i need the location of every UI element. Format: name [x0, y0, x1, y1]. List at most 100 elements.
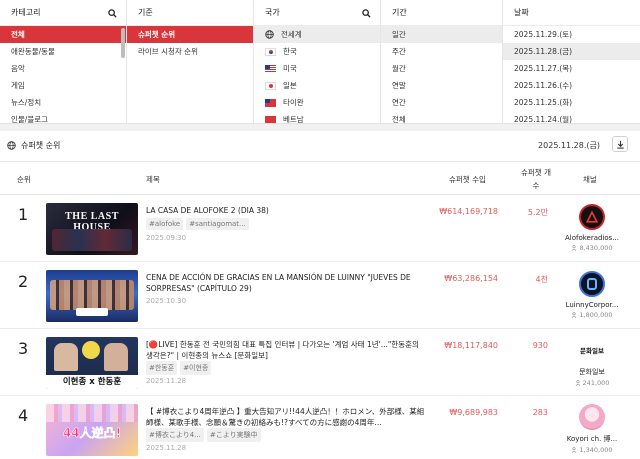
- search-icon[interactable]: [362, 9, 371, 18]
- country-item-vietnam[interactable]: 베트남: [254, 111, 380, 123]
- category-item-all[interactable]: 전체: [0, 26, 126, 43]
- country-item-worldwide[interactable]: 전세계: [254, 26, 380, 43]
- date-item[interactable]: 2025.11.24.(월): [503, 111, 640, 123]
- table-row[interactable]: 3 이현종 x 한동훈 [🔴LIVE] 한동훈 전 국민의힘 대표 특집 인터뷰…: [0, 329, 640, 396]
- video-tags: #alofoke #santiagomat...: [146, 218, 249, 230]
- taiwan-flag-icon: [265, 98, 276, 107]
- thumbnail-person: [54, 343, 78, 371]
- vietnam-flag-icon: [265, 115, 276, 123]
- video-date: 2025.09.30: [146, 234, 187, 242]
- date-column: 날짜 2025.11.29.(토) 2025.11.28.(금) 2025.11…: [503, 0, 640, 123]
- video-thumbnail[interactable]: 44人逆凸!: [46, 404, 138, 456]
- channel-cell[interactable]: Koyori ch. 博... 1,340,000: [561, 404, 623, 454]
- date-item[interactable]: 2025.11.26.(수): [503, 77, 640, 94]
- category-item-music[interactable]: 음악: [0, 60, 126, 77]
- video-title[interactable]: [🔴LIVE] 한동훈 전 국민의힘 대표 특집 인터뷰 | 다가오는 '계엄 …: [146, 339, 426, 361]
- usa-flag-icon: [265, 64, 276, 73]
- column-income: 슈퍼챗 수입: [449, 175, 486, 184]
- rank-number: 3: [18, 339, 29, 358]
- avatar: [579, 204, 605, 230]
- channel-cell[interactable]: Alofokeradios... 8,430,000: [561, 204, 623, 252]
- ranking-panel: 슈퍼챗 순위 2025.11.28.(금) 순위 제목 슈퍼챗 수입 슈퍼챗 개…: [0, 131, 640, 459]
- subscriber-count: 1,800,000: [561, 311, 623, 319]
- thumbnail-faces: [46, 404, 138, 422]
- video-thumbnail[interactable]: THE LAST HOUSE: [46, 203, 138, 255]
- date-item-selected[interactable]: 2025.11.28.(금): [503, 43, 640, 60]
- period-item-monthly[interactable]: 월간: [381, 60, 502, 77]
- tag[interactable]: #santiagomat...: [186, 218, 249, 230]
- table-row[interactable]: 4 44人逆凸! 【 #博衣こより4周年逆凸 】重大告知アリ!!44人逆凸！！ホ…: [0, 396, 640, 459]
- superchat-income: ₩63,286,154: [444, 274, 498, 283]
- thumbnail-people: [52, 229, 132, 251]
- video-date: 2025.10.30: [146, 297, 187, 305]
- country-item-korea[interactable]: 한국: [254, 43, 380, 60]
- period-column: 기간 일간 주간 월간 연말 연간 전체: [381, 0, 503, 123]
- tag[interactable]: #한동훈: [146, 361, 178, 375]
- channel-name: Alofokeradios...: [564, 234, 620, 242]
- video-thumbnail[interactable]: 이현종 x 한동훈: [46, 337, 138, 389]
- rank-number: 1: [18, 205, 29, 224]
- superchat-count: 5.2만: [527, 208, 548, 217]
- country-item-usa[interactable]: 미국: [254, 60, 380, 77]
- video-title[interactable]: CENA DE ACCIÓN DE GRACIAS EN LA MANSIÓN …: [146, 272, 426, 294]
- logo-mark-icon: [587, 278, 597, 290]
- criteria-column: 기준 슈퍼챗 순위 라이브 시청자 순위: [127, 0, 254, 123]
- tag[interactable]: #alofoke: [146, 218, 184, 230]
- period-header: 기간: [381, 0, 502, 26]
- category-column: 카테고리 전체 애완동물/동물 음악 게임 뉴스/정치 인물/블로그: [0, 0, 127, 123]
- tag[interactable]: #博衣こより4...: [146, 428, 204, 442]
- table-row[interactable]: 2 CENA DE ACCIÓN DE GRACIAS EN LA MANSIÓ…: [0, 262, 640, 329]
- channel-name: LuinnyCorpor...: [565, 301, 619, 309]
- video-thumbnail[interactable]: [46, 270, 138, 322]
- period-item-weekly[interactable]: 주간: [381, 43, 502, 60]
- category-scrollbar[interactable]: [121, 28, 125, 58]
- superchat-income: ₩614,169,718: [439, 207, 498, 216]
- date-item[interactable]: 2025.11.25.(화): [503, 94, 640, 111]
- table-row[interactable]: 1 THE LAST HOUSE LA CASA DE ALOFOKE 2 (D…: [0, 195, 640, 262]
- superchat-income: ₩18,117,840: [444, 341, 498, 350]
- country-item-japan[interactable]: 일본: [254, 77, 380, 94]
- tag[interactable]: #이현종: [180, 361, 212, 375]
- video-date: 2025.11.28: [146, 377, 187, 385]
- person-icon: [575, 380, 580, 386]
- avatar: [579, 271, 605, 297]
- column-rank: 순위: [17, 175, 31, 184]
- category-item-pets[interactable]: 애완동물/동물: [0, 43, 126, 60]
- category-item-game[interactable]: 게임: [0, 77, 126, 94]
- period-item-daily[interactable]: 일간: [381, 26, 502, 43]
- person-icon: [572, 447, 577, 453]
- japan-flag-icon: [265, 81, 276, 90]
- globe-icon: [7, 141, 16, 150]
- person-icon: [572, 245, 577, 251]
- criteria-item-superchat[interactable]: 슈퍼챗 순위: [127, 26, 253, 43]
- ranking-date: 2025.11.28.(금): [538, 141, 600, 150]
- superchat-income: ₩9,689,983: [449, 408, 498, 417]
- channel-cell[interactable]: 문화일보 문화일보 241,000: [561, 339, 623, 387]
- channel-cell[interactable]: LuinnyCorpor... 1,800,000: [561, 271, 623, 319]
- criteria-item-live-viewers[interactable]: 라이브 시청자 순위: [127, 43, 253, 60]
- download-button[interactable]: [612, 136, 628, 152]
- date-item[interactable]: 2025.11.29.(토): [503, 26, 640, 43]
- criteria-header: 기준: [127, 0, 253, 26]
- video-title[interactable]: 【 #博衣こより4周年逆凸 】重大告知アリ!!44人逆凸！！ホロメン、外部様、某…: [146, 406, 426, 428]
- period-item-yearly[interactable]: 연간: [381, 94, 502, 111]
- category-header: 카테고리: [0, 0, 126, 26]
- category-item-news[interactable]: 뉴스/정치: [0, 94, 126, 111]
- country-item-taiwan[interactable]: 타이완: [254, 94, 380, 111]
- subscriber-count: 8,430,000: [561, 244, 623, 252]
- video-tags: #博衣こより4... #こより実験中: [146, 428, 261, 442]
- superchat-count: 4천: [535, 275, 548, 284]
- search-icon[interactable]: [108, 9, 117, 18]
- ranking-title: 슈퍼챗 순위: [7, 140, 60, 151]
- rank-number: 2: [18, 272, 29, 291]
- table-header: 순위 제목 슈퍼챗 수입 슈퍼챗 개 수 채널: [0, 161, 640, 195]
- period-item-all[interactable]: 전체: [381, 111, 502, 123]
- rank-number: 4: [18, 406, 29, 425]
- thumbnail-badge: [82, 341, 100, 359]
- date-item[interactable]: 2025.11.27.(목): [503, 60, 640, 77]
- category-item-people[interactable]: 인물/블로그: [0, 111, 126, 123]
- period-item-yearend[interactable]: 연말: [381, 77, 502, 94]
- triangle-logo-icon: [586, 211, 598, 223]
- tag[interactable]: #こより実験中: [206, 428, 261, 442]
- video-title[interactable]: LA CASA DE ALOFOKE 2 (DIA 38): [146, 205, 426, 216]
